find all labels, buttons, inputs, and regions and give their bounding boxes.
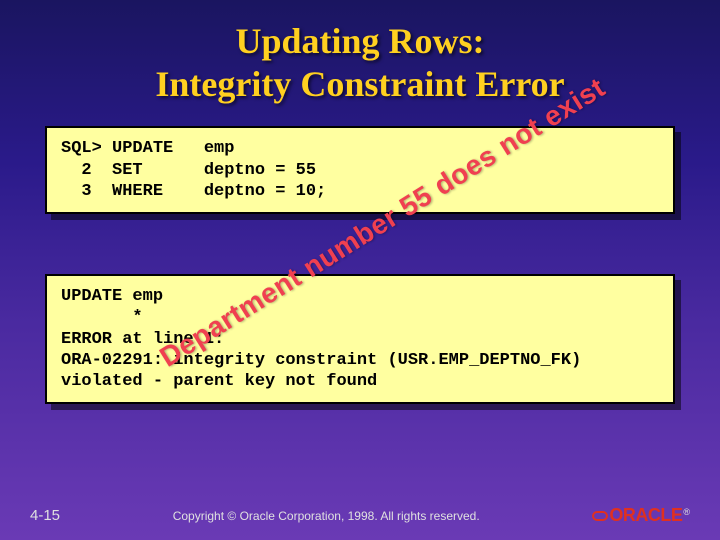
title-line-1: Updating Rows:: [0, 20, 720, 63]
title-line-2: Integrity Constraint Error: [0, 63, 720, 106]
slide-title: Updating Rows: Integrity Constraint Erro…: [0, 0, 720, 106]
error-output-box: UPDATE emp * ERROR at line 1: ORA-02291:…: [45, 274, 675, 404]
oracle-logo-tm: ®: [683, 505, 690, 517]
oracle-logo-icon: [592, 508, 608, 524]
oracle-logo-text: ORACLE: [609, 505, 682, 526]
sql-statement-box: SQL> UPDATE emp 2 SET deptno = 55 3 WHER…: [45, 126, 675, 214]
slide: Updating Rows: Integrity Constraint Erro…: [0, 0, 720, 540]
sql-statement-text: SQL> UPDATE emp 2 SET deptno = 55 3 WHER…: [61, 139, 326, 201]
oracle-logo: ORACLE ®: [592, 505, 690, 526]
copyright-text: Copyright © Oracle Corporation, 1998. Al…: [60, 509, 592, 523]
error-output-text: UPDATE emp * ERROR at line 1: ORA-02291:…: [61, 287, 581, 391]
page-number: 4-15: [30, 507, 60, 524]
footer: 4-15 Copyright © Oracle Corporation, 199…: [0, 505, 720, 526]
